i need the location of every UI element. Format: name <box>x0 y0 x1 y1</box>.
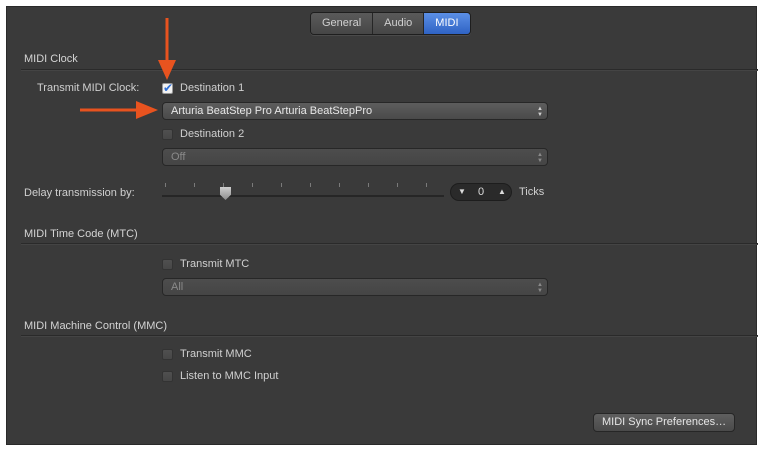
destination2-value: Off <box>171 151 186 163</box>
divider <box>21 69 758 71</box>
midi-sync-panel: General Audio MIDI MIDI Clock Transmit M… <box>6 6 758 445</box>
destination1-value: Arturia BeatStep Pro Arturia BeatStepPro <box>171 105 373 117</box>
midi-sync-preferences-button[interactable]: MIDI Sync Preferences… <box>593 413 736 432</box>
mtc-destination-value: All <box>171 281 184 293</box>
transmit-mmc-checkbox[interactable] <box>162 349 173 360</box>
destination2-label: Destination 2 <box>180 128 245 140</box>
destination1-popup[interactable]: Arturia BeatStep Pro Arturia BeatStepPro… <box>162 102 548 120</box>
slider-tick <box>426 183 427 187</box>
red-arrow-icon <box>80 101 158 119</box>
updown-chevron-icon: ▲ ▼ <box>537 106 543 118</box>
destination1-label: Destination 1 <box>180 82 245 94</box>
slider-tick <box>310 183 311 187</box>
updown-chevron-icon: ▲ ▼ <box>537 282 543 294</box>
slider-knob[interactable] <box>220 187 231 200</box>
listen-mmc-checkbox[interactable] <box>162 371 173 382</box>
triangle-up-icon[interactable]: ▲ <box>498 187 506 196</box>
section-title-midi-clock: MIDI Clock <box>24 53 78 65</box>
updown-chevron-icon: ▲ ▼ <box>537 152 543 164</box>
slider-tick <box>339 183 340 187</box>
triangle-down-icon[interactable]: ▼ <box>458 187 466 196</box>
transmit-mtc-label: Transmit MTC <box>180 258 250 270</box>
transmit-mtc-checkbox[interactable] <box>162 259 173 270</box>
slider-tick <box>223 183 224 187</box>
slider-tick <box>252 183 253 187</box>
slider-tick <box>397 183 398 187</box>
slider-tick <box>281 183 282 187</box>
destination1-checkbox[interactable] <box>162 81 173 95</box>
red-arrow-icon <box>158 18 176 80</box>
tab-audio[interactable]: Audio <box>373 13 425 34</box>
mtc-destination-popup[interactable]: All ▲ ▼ <box>162 278 548 296</box>
divider <box>21 335 758 337</box>
delay-value: 0 <box>478 186 485 198</box>
slider-track <box>162 195 444 197</box>
delay-stepper[interactable]: ▼ 0 ▲ <box>450 183 512 201</box>
slider-tick <box>368 183 369 187</box>
delay-unit-label: Ticks <box>519 186 545 198</box>
section-title-mtc: MIDI Time Code (MTC) <box>24 228 138 240</box>
tab-general[interactable]: General <box>311 13 374 34</box>
delay-label: Delay transmission by: <box>24 187 135 199</box>
transmit-midi-clock-label: Transmit MIDI Clock: <box>37 82 140 94</box>
listen-mmc-label: Listen to MMC Input <box>180 370 279 382</box>
section-title-mmc: MIDI Machine Control (MMC) <box>24 320 168 332</box>
tab-midi[interactable]: MIDI <box>424 13 470 34</box>
destination2-checkbox[interactable] <box>162 129 173 140</box>
destination2-popup[interactable]: Off ▲ ▼ <box>162 148 548 166</box>
tab-bar: General Audio MIDI <box>310 12 471 35</box>
transmit-mmc-label: Transmit MMC <box>180 348 252 360</box>
slider-tick <box>194 183 195 187</box>
divider <box>21 243 758 245</box>
slider-tick <box>165 183 166 187</box>
